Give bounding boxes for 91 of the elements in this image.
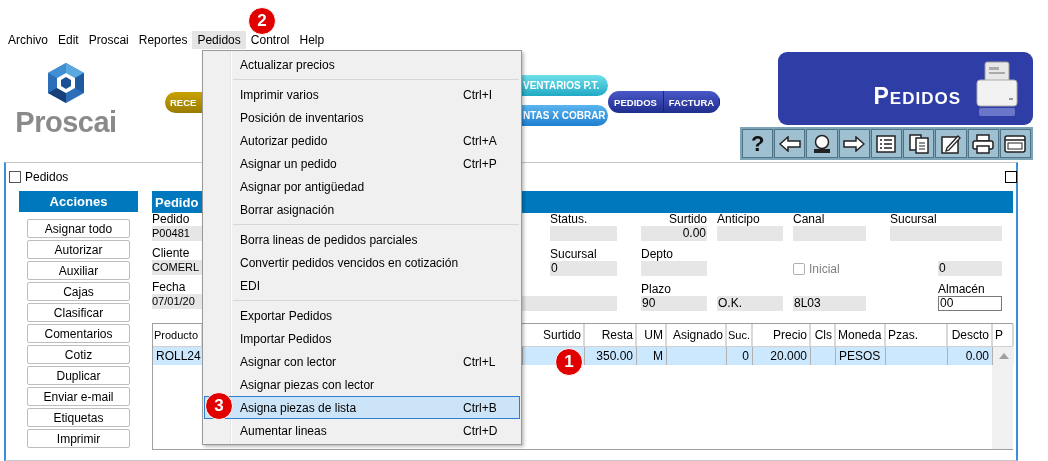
menu-item[interactable]: Actualizar precios (204, 53, 520, 76)
step-badge: 2 (248, 7, 276, 35)
text-field[interactable] (641, 261, 707, 276)
text-field[interactable]: P00481 (152, 226, 202, 241)
table-cell: PESOS (836, 347, 886, 365)
field-label: Cliente (152, 247, 191, 260)
action-button[interactable]: Autorizar (27, 240, 130, 259)
banner-title: PEDIDOS (873, 83, 961, 110)
edit-icon (940, 133, 961, 154)
text-field[interactable]: 0 (938, 261, 1002, 276)
menu-bar-item[interactable]: Archivo (3, 31, 53, 49)
text-field[interactable]: COMERL (152, 260, 202, 275)
field-label: Pedido (152, 213, 191, 226)
menu-item[interactable]: Borra lineas de pedidos parciales (204, 228, 520, 251)
text-field[interactable]: 07/01/20 (152, 294, 202, 309)
module-button[interactable]: FACTURA (664, 91, 720, 113)
logo-text: Proscai (15, 106, 117, 139)
field-label: Anticipo (717, 213, 761, 226)
printer-icon (975, 59, 1019, 118)
left-arrow-icon (778, 135, 801, 152)
globe-icon (812, 133, 833, 154)
search-button[interactable] (806, 129, 838, 158)
table-cell: M (637, 347, 667, 365)
scrollbar[interactable] (992, 365, 1013, 449)
field-label: Almacén (938, 283, 986, 296)
copy-button[interactable] (903, 129, 935, 158)
menu-bar-item[interactable]: Edit (53, 31, 84, 49)
forward-button[interactable] (838, 129, 870, 158)
menu-item[interactable]: Imprimir varios Ctrl+I (204, 83, 520, 106)
hexagon-logo-icon (45, 62, 87, 104)
menu-item[interactable]: Posición de inventarios (204, 106, 520, 129)
module-button[interactable]: PEDIDOS (608, 91, 664, 113)
action-button[interactable]: Cajas (27, 282, 130, 301)
field-label: Surtido (667, 213, 707, 226)
action-button[interactable]: Clasificar (27, 303, 130, 322)
field-label: Sucursal (890, 213, 938, 226)
scroll-up-icon[interactable] (998, 353, 1009, 359)
action-button[interactable]: Duplicar (27, 366, 130, 385)
text-field[interactable] (550, 226, 617, 241)
menu-bar-item[interactable]: Proscai (83, 31, 134, 49)
action-button[interactable]: Asignar todo (27, 219, 130, 238)
print-icon (972, 133, 995, 154)
menu-item[interactable]: Aumentar lineas Ctrl+D (204, 419, 520, 442)
table-cell: 350.00 (585, 347, 637, 365)
menu-bar-item[interactable]: Help (294, 31, 330, 49)
field-label: Sucursal (550, 248, 598, 261)
list-button[interactable] (870, 129, 903, 158)
text-field[interactable]: 0.00 (641, 226, 707, 241)
menu-bar-item[interactable]: Reportes (133, 31, 193, 49)
menu-item[interactable]: Asignar un pedido Ctrl+P (204, 152, 520, 175)
table-cell: 20.000 (753, 347, 811, 365)
text-field[interactable] (522, 296, 617, 311)
window-icon (1004, 134, 1027, 153)
action-button[interactable]: Etiquetas (27, 408, 130, 427)
maximize-icon (1005, 171, 1017, 183)
action-button[interactable]: Comentarios (27, 324, 130, 343)
back-button[interactable] (774, 129, 806, 158)
right-arrow-icon (843, 135, 866, 152)
text-field[interactable] (890, 226, 1002, 241)
text-field[interactable] (717, 226, 783, 241)
edit-button[interactable] (935, 129, 967, 158)
field-label: Plazo (641, 283, 673, 296)
field-label: Status. (550, 213, 589, 226)
action-button[interactable]: Auxiliar (27, 261, 130, 280)
field-label: Depto (641, 248, 675, 261)
window-icon (9, 171, 21, 183)
window-title: Pedidos (25, 170, 69, 184)
text-field[interactable]: O.K. (717, 296, 783, 311)
menu-item[interactable]: EDI (204, 274, 520, 297)
action-button[interactable]: Imprimir (27, 429, 130, 448)
menu-bar-item[interactable]: Pedidos (192, 31, 246, 49)
action-button[interactable]: Enviar e-mail (27, 387, 130, 406)
text-field[interactable]: 90 (641, 296, 707, 311)
field-label: Fecha (152, 281, 187, 294)
print-button[interactable] (967, 129, 999, 158)
field-label: Canal (793, 213, 826, 226)
input-field[interactable]: 00 (938, 296, 1002, 311)
help-button[interactable]: ? (742, 129, 774, 158)
action-button[interactable]: Cotiz (27, 345, 130, 364)
documents-icon (908, 133, 929, 154)
window-button[interactable] (999, 129, 1031, 158)
menu-item[interactable]: Autorizar pedido Ctrl+A (204, 129, 520, 152)
text-field[interactable]: 8L03 (793, 296, 866, 311)
menu-item[interactable]: Exportar Pedidos (204, 304, 520, 327)
panel-header: Acciones (19, 191, 138, 212)
checkbox-label: Inicial (809, 261, 840, 276)
list-icon (876, 134, 897, 153)
text-field[interactable]: 0 (550, 261, 617, 276)
table-cell: 0 (727, 347, 753, 365)
menu-item[interactable]: Convertir pedidos vencidos en cotización (204, 251, 520, 274)
text-field[interactable] (793, 226, 866, 241)
